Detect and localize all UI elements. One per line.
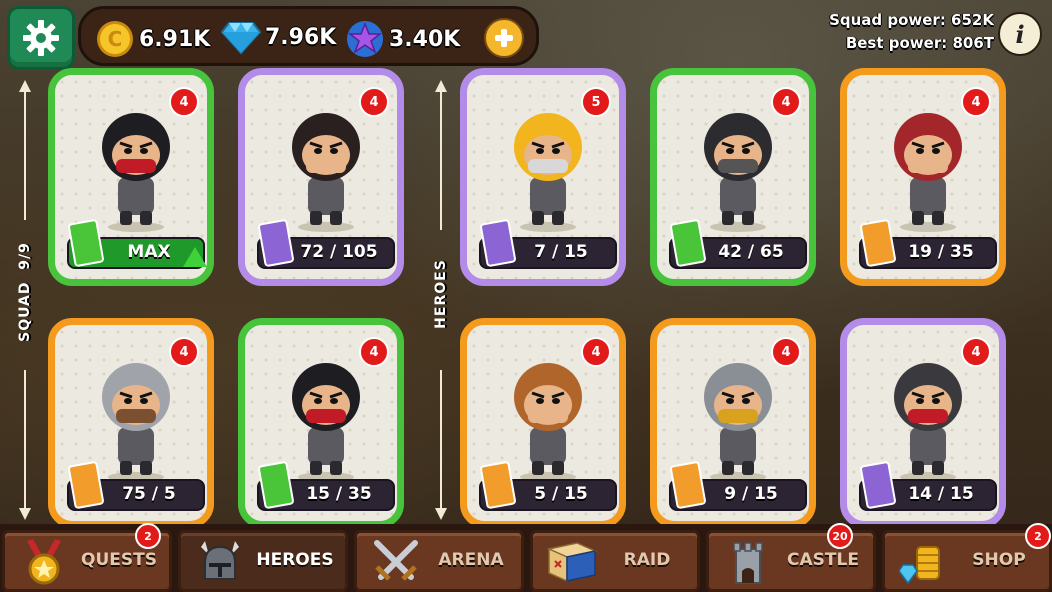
hero-portrait [514,363,582,482]
nav-quests-badge: 2 [135,523,161,549]
nav-shop-label: SHOP [972,550,1026,570]
hero-card-progress-text: 9 / 15 [724,484,778,504]
nav-shop-badge: 2 [1025,523,1051,549]
hero-portrait [704,363,772,482]
settings-button[interactable] [7,6,75,70]
gear-icon [23,20,59,56]
hero-card-progress-text: 72 / 105 [300,242,378,262]
hero-card-progress: 14 / 15 [859,460,997,511]
hero-card[interactable]: 4 MAX [48,68,214,286]
hero-portrait [514,113,582,232]
hero-card-progress-text: 7 / 15 [534,242,588,262]
hero-portrait [102,113,170,232]
crossed-swords-icon [374,540,418,581]
hero-portrait [894,113,962,232]
hero-card-progress: 9 / 15 [669,460,807,511]
hero-card-progress: 42 / 65 [669,218,807,269]
hero-card-progress: 7 / 15 [479,218,617,269]
currency-bar: C 6.91K 7.96K 3.40K [78,6,539,66]
nav-heroes-label: HEROES [256,550,334,570]
hero-card[interactable]: 4 42 / 65 [650,68,816,286]
hero-card-progress-text: 75 / 5 [122,484,176,504]
hero-card-progress: MAX [67,218,207,269]
hero-portrait [704,113,772,232]
star-currency: 3.40K [345,19,460,59]
squad-top-divider [19,80,31,220]
upgrade-arrow-icon[interactable] [183,247,207,267]
map-icon [547,542,597,583]
hero-card[interactable]: 4 5 / 15 [460,318,626,528]
squad-bottom-divider [19,370,31,520]
info-button[interactable]: i [998,12,1042,56]
nav-quests-label: QUESTS [81,550,157,570]
hero-card-progress-text: 42 / 65 [718,242,784,262]
helmet-icon [201,541,239,580]
svg-text:C: C [108,27,123,51]
heroes-bottom-divider [435,370,447,520]
hero-portrait [292,113,360,232]
gold-coin-icon: C [97,21,133,57]
heroes-label: HEROES [433,259,449,329]
nav-arena[interactable]: ARENA [354,530,524,592]
hero-portrait [102,363,170,482]
bottom-nav: QUESTS 2 HEROES ARENA RAID CASTLE 20 SHO… [0,523,1052,592]
nav-arena-label: ARENA [438,550,504,570]
best-power: Best power: 806T [845,34,994,52]
gold-value: 6.91K [139,26,211,52]
add-currency-button[interactable] [484,18,524,58]
star-icon [347,21,383,57]
nav-heroes[interactable]: HEROES [178,530,348,592]
squad-count: 9/9 [17,242,33,270]
power-display: Squad power: 652K Best power: 806T [829,9,994,55]
hero-card-progress-text: 15 / 35 [306,484,372,504]
hero-card-progress: 15 / 35 [257,460,395,511]
diamond-icon [221,22,261,55]
nav-quests[interactable]: QUESTS 2 [2,523,172,592]
hero-card-progress-text: 5 / 15 [534,484,588,504]
nav-raid-label: RAID [623,550,671,570]
nav-castle-label: CASTLE [787,550,859,570]
hero-portrait [894,363,962,482]
hero-card-progress-text: 19 / 35 [908,242,974,262]
squad-power: Squad power: 652K [829,11,994,29]
star-value: 3.40K [389,26,461,52]
squad-label: SQUAD 9/9 [17,237,33,347]
hero-card-progress-text: 14 / 15 [908,484,974,504]
nav-shop[interactable]: SHOP 2 [882,523,1052,592]
plus-icon [495,29,513,47]
hero-card-progress: 5 / 15 [479,460,617,511]
hero-card-progress: 19 / 35 [859,218,997,269]
gem-value: 7.96K [265,24,337,50]
nav-raid[interactable]: RAID [530,530,700,592]
hero-card[interactable]: 4 19 / 35 [840,68,1006,286]
hero-card[interactable]: 4 14 / 15 [840,318,1006,528]
coins-stack-icon [899,546,940,585]
hero-card[interactable]: 4 75 / 5 [48,318,214,528]
gold-currency: C 6.91K [95,19,210,59]
castle-tower-icon [733,542,763,584]
medal-icon [27,539,61,585]
squad-label-text: SQUAD [17,281,33,342]
nav-castle[interactable]: CASTLE 20 [706,523,876,592]
hero-card[interactable]: 4 15 / 35 [238,318,404,528]
hero-card[interactable]: 5 7 / 15 [460,68,626,286]
hero-portrait [292,363,360,482]
hero-card-progress: 72 / 105 [257,218,395,269]
hero-card[interactable]: 4 9 / 15 [650,318,816,528]
nav-castle-badge: 20 [827,523,853,549]
heroes-top-divider [435,80,447,230]
hero-card-progress: 75 / 5 [67,460,205,511]
hero-card[interactable]: 4 72 / 105 [238,68,404,286]
gem-currency: 7.96K [221,19,336,55]
